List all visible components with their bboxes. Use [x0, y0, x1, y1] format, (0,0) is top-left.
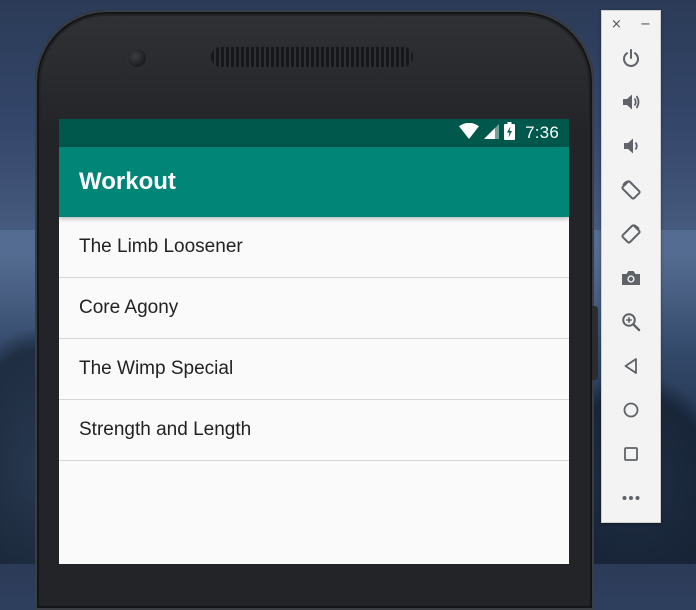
zoom-button[interactable]: [616, 307, 646, 337]
earpiece-speaker: [211, 47, 413, 67]
rotate-right-icon: [621, 224, 641, 244]
list-item[interactable]: The Wimp Special: [59, 339, 569, 400]
more-button[interactable]: [616, 483, 646, 513]
overview-button[interactable]: [616, 439, 646, 469]
close-window-button[interactable]: ×: [611, 16, 622, 34]
app-bar: Workout: [59, 147, 569, 217]
status-icons: 7:36: [459, 119, 559, 147]
screenshot-button[interactable]: [616, 263, 646, 293]
minimize-window-button[interactable]: −: [640, 16, 651, 34]
rotate-left-button[interactable]: [616, 175, 646, 205]
battery-charging-icon: [504, 122, 516, 144]
power-button[interactable]: [616, 43, 646, 73]
back-button[interactable]: [616, 351, 646, 381]
phone-sheen: [41, 16, 588, 136]
workout-list: The Limb Loosener Core Agony The Wimp Sp…: [59, 217, 569, 461]
list-item[interactable]: Strength and Length: [59, 400, 569, 461]
power-icon: [623, 49, 639, 67]
volume-down-button[interactable]: [616, 131, 646, 161]
list-item[interactable]: The Limb Loosener: [59, 217, 569, 278]
rotate-right-button[interactable]: [616, 219, 646, 249]
volume-up-button[interactable]: [616, 87, 646, 117]
status-bar: 7:36: [59, 119, 569, 147]
status-time: 7:36: [525, 123, 559, 142]
zoom-icon: [622, 313, 641, 332]
volume-up-icon: [623, 94, 640, 110]
app-title: Workout: [79, 168, 176, 195]
rotate-left-icon: [621, 180, 641, 200]
camera-icon: [622, 271, 640, 285]
overview-icon: [624, 447, 638, 461]
home-button[interactable]: [616, 395, 646, 425]
window-controls: × −: [602, 16, 660, 34]
emulator-toolbar: × −: [601, 10, 661, 523]
home-icon: [623, 402, 639, 418]
volume-down-icon: [624, 138, 638, 154]
cell-signal-icon: [484, 123, 500, 143]
device-screen: 7:36 Workout The Limb Loosener Core Agon…: [59, 119, 569, 564]
more-icon: [622, 496, 640, 500]
phone-side-button[interactable]: [592, 306, 598, 380]
wifi-icon: [459, 122, 480, 143]
list-item[interactable]: Core Agony: [59, 278, 569, 339]
front-camera: [128, 49, 146, 67]
back-icon: [624, 358, 637, 374]
